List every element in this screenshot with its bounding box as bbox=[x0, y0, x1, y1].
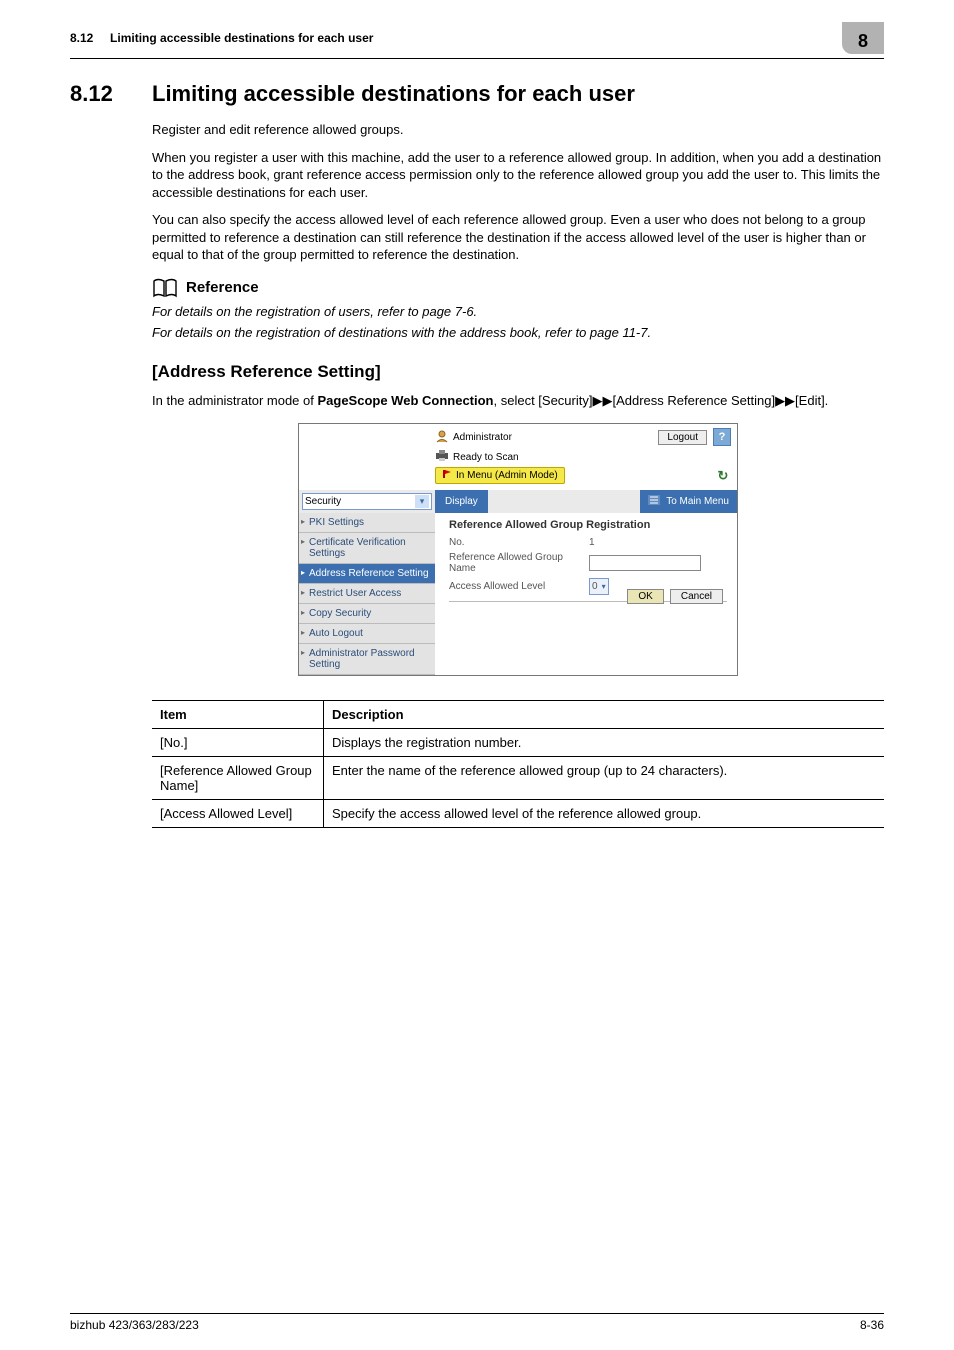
running-header-text: 8.12 Limiting accessible destinations fo… bbox=[70, 31, 373, 45]
sidebar-item-certificate-verification[interactable]: Certificate Verification Settings bbox=[299, 533, 435, 564]
screenshot-panel: Administrator Logout ? Ready to Scan bbox=[298, 423, 738, 676]
reference-group-name-input[interactable] bbox=[589, 555, 701, 571]
subsection-intro: In the administrator mode of PageScope W… bbox=[152, 392, 884, 410]
section-dropdown[interactable]: Security ▾ bbox=[302, 493, 432, 510]
sidebar-item-pki-settings[interactable]: PKI Settings bbox=[299, 513, 435, 533]
administrator-label: Administrator bbox=[453, 432, 512, 443]
sidebar-item-auto-logout[interactable]: Auto Logout bbox=[299, 624, 435, 644]
form-label-level: Access Allowed Level bbox=[449, 581, 589, 592]
reference-line: For details on the registration of users… bbox=[152, 304, 884, 319]
chevron-down-icon: ▾ bbox=[415, 495, 429, 508]
description-table: Item Description [No.] Displays the regi… bbox=[152, 700, 884, 828]
printer-icon bbox=[435, 450, 449, 465]
running-header-title: Limiting accessible destinations for eac… bbox=[110, 31, 373, 45]
table-cell-item: [Reference Allowed Group Name] bbox=[152, 757, 324, 800]
table-cell-item: [No.] bbox=[152, 729, 324, 757]
chapter-badge: 8 bbox=[842, 22, 884, 54]
table-cell-item: [Access Allowed Level] bbox=[152, 800, 324, 828]
ok-button[interactable]: OK bbox=[627, 589, 663, 604]
table-row: [Access Allowed Level] Specify the acces… bbox=[152, 800, 884, 828]
table-cell-desc: Specify the access allowed level of the … bbox=[324, 800, 885, 828]
sidebar-item-address-reference-setting[interactable]: Address Reference Setting bbox=[299, 564, 435, 584]
reference-line: For details on the registration of desti… bbox=[152, 325, 884, 340]
cancel-button[interactable]: Cancel bbox=[670, 589, 723, 604]
content-title: Reference Allowed Group Registration bbox=[449, 519, 727, 531]
sidebar: PKI Settings Certificate Verification Se… bbox=[299, 513, 435, 675]
to-main-menu-label: To Main Menu bbox=[666, 496, 729, 507]
subsection-title: [Address Reference Setting] bbox=[152, 362, 884, 382]
book-icon bbox=[152, 278, 178, 298]
refresh-icon[interactable]: ↻ bbox=[715, 468, 731, 484]
form-label-no: No. bbox=[449, 537, 589, 548]
table-header-description: Description bbox=[324, 701, 885, 729]
running-header: 8.12 Limiting accessible destinations fo… bbox=[70, 22, 884, 59]
sidebar-item-copy-security[interactable]: Copy Security bbox=[299, 604, 435, 624]
table-row: [Reference Allowed Group Name] Enter the… bbox=[152, 757, 884, 800]
form-value-no: 1 bbox=[589, 537, 595, 548]
sidebar-item-admin-password[interactable]: Administrator Password Setting bbox=[299, 644, 435, 675]
section-dropdown-value: Security bbox=[305, 496, 341, 507]
section-number: 8.12 bbox=[70, 81, 130, 107]
body-paragraph: When you register a user with this machi… bbox=[152, 149, 884, 202]
to-main-menu-button[interactable]: To Main Menu bbox=[640, 490, 737, 513]
list-icon bbox=[648, 495, 660, 508]
page-footer: bizhub 423/363/283/223 8-36 bbox=[70, 1313, 884, 1332]
footer-left: bizhub 423/363/283/223 bbox=[70, 1318, 199, 1332]
table-header-item: Item bbox=[152, 701, 324, 729]
flag-icon bbox=[442, 469, 452, 482]
user-icon bbox=[435, 429, 449, 446]
mode-text: In Menu (Admin Mode) bbox=[456, 470, 558, 481]
logout-button[interactable]: Logout bbox=[658, 430, 707, 445]
help-icon[interactable]: ? bbox=[713, 428, 731, 446]
form-label-ref-name: Reference Allowed Group Name bbox=[449, 552, 589, 574]
footer-right: 8-36 bbox=[860, 1318, 884, 1332]
chevron-down-icon: ▾ bbox=[602, 582, 606, 591]
access-level-select[interactable]: 0 ▾ bbox=[589, 578, 609, 595]
section-title: Limiting accessible destinations for eac… bbox=[152, 81, 635, 107]
table-cell-desc: Enter the name of the reference allowed … bbox=[324, 757, 885, 800]
body-paragraph: Register and edit reference allowed grou… bbox=[152, 121, 884, 139]
display-button[interactable]: Display bbox=[435, 490, 488, 513]
running-header-section: 8.12 bbox=[70, 31, 93, 45]
table-cell-desc: Displays the registration number. bbox=[324, 729, 885, 757]
body-paragraph: You can also specify the access allowed … bbox=[152, 211, 884, 264]
table-row: [No.] Displays the registration number. bbox=[152, 729, 884, 757]
access-level-value: 0 bbox=[592, 581, 598, 592]
mode-indicator: In Menu (Admin Mode) bbox=[435, 467, 565, 484]
sidebar-item-restrict-user-access[interactable]: Restrict User Access bbox=[299, 584, 435, 604]
reference-heading: Reference bbox=[186, 279, 259, 296]
status-text: Ready to Scan bbox=[453, 452, 519, 463]
